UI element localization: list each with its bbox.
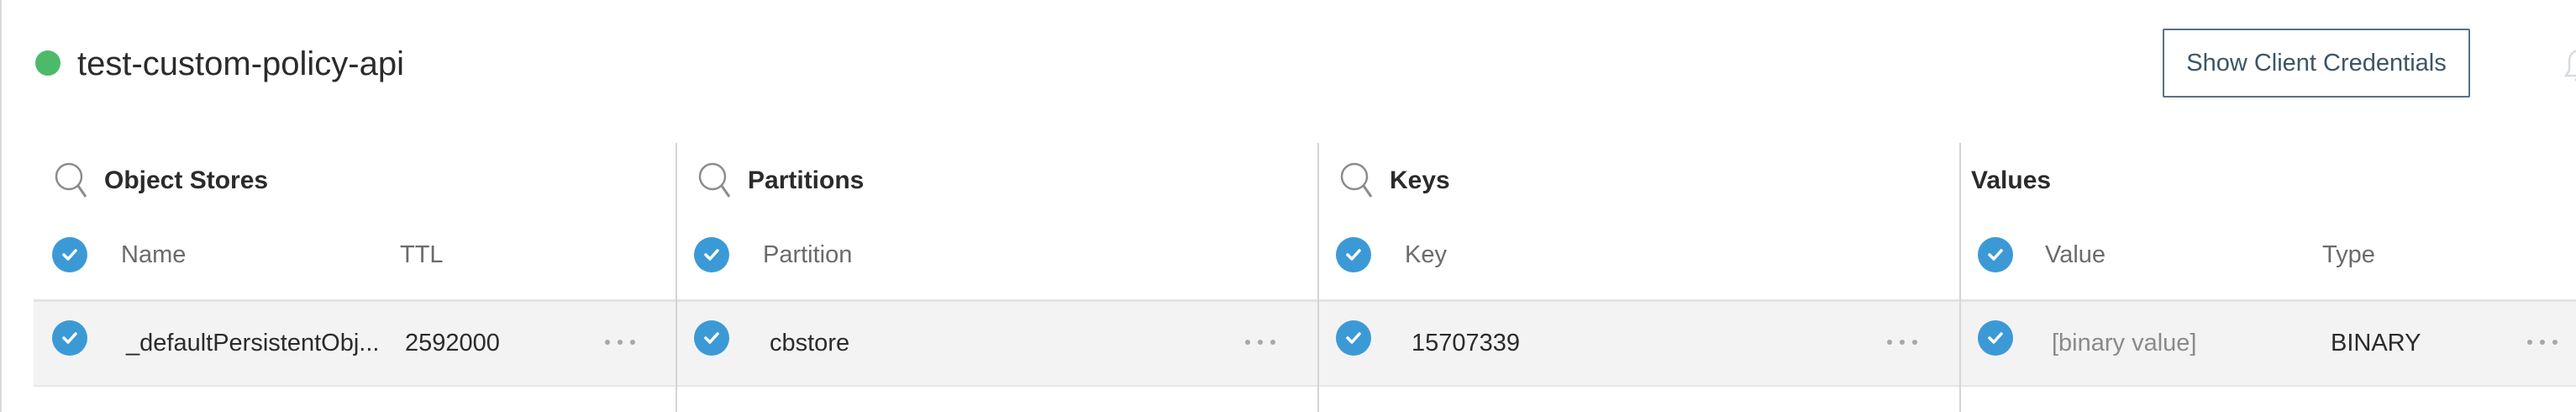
bell-icon[interactable]: [2563, 45, 2576, 86]
column-header-row: Key: [1319, 237, 1959, 276]
table-row[interactable]: 15707339: [1319, 299, 1959, 387]
column-header-ttl[interactable]: TTL: [400, 237, 444, 272]
check-icon: [1988, 249, 2003, 261]
cell-key: 15707339: [1412, 330, 1521, 357]
partitions-header: Partitions: [677, 160, 864, 202]
row-checkbox[interactable]: [52, 320, 87, 356]
panel-title: Values: [1971, 166, 2052, 194]
object-stores-panel: Object Stores Name TTL _defaultPersisten…: [34, 143, 676, 412]
object-stores-header: Object Stores: [34, 160, 268, 202]
column-header-row: Value Type: [1961, 237, 2576, 276]
partitions-panel: Partitions Partition cbstore: [677, 143, 1317, 412]
row-checkbox[interactable]: [694, 320, 729, 356]
table-row[interactable]: cbstore: [677, 299, 1317, 387]
check-icon: [62, 332, 77, 344]
more-horizontal-icon[interactable]: [2527, 327, 2558, 357]
cell-value: [binary value]: [2052, 330, 2197, 357]
page-header: test-custom-policy-api Show Client Crede…: [0, 0, 2576, 135]
table-row[interactable]: [binary value] BINARY: [1961, 299, 2576, 387]
row-checkbox[interactable]: [1336, 320, 1371, 356]
check-icon: [704, 332, 719, 344]
select-all-checkbox[interactable]: [1978, 237, 2013, 272]
select-all-checkbox[interactable]: [52, 237, 87, 272]
select-all-checkbox[interactable]: [1336, 237, 1371, 272]
search-icon[interactable]: [52, 160, 89, 202]
column-header-key[interactable]: Key: [1405, 237, 1447, 272]
column-header-row: Name TTL: [34, 237, 676, 276]
cell-type: BINARY: [2331, 330, 2421, 357]
check-icon: [704, 249, 719, 261]
search-icon[interactable]: [696, 160, 733, 202]
column-header-row: Partition: [677, 237, 1317, 276]
cell-name: _defaultPersistentObj...: [126, 330, 380, 357]
status-indicator: [35, 50, 60, 76]
table-row[interactable]: _defaultPersistentObj... 2592000: [34, 299, 676, 387]
keys-panel: Keys Key 15707339: [1319, 143, 1959, 412]
show-client-credentials-button[interactable]: Show Client Credentials: [2163, 29, 2470, 98]
column-header-partition[interactable]: Partition: [763, 237, 852, 272]
cell-ttl: 2592000: [405, 330, 500, 357]
panel-title: Partitions: [748, 166, 865, 194]
select-all-checkbox[interactable]: [694, 237, 729, 272]
values-panel: Values Value Type [binary value] BINARY: [1961, 143, 2576, 412]
check-icon: [62, 249, 77, 261]
check-icon: [1988, 332, 2003, 344]
panel-title: Object Stores: [104, 166, 269, 194]
more-horizontal-icon[interactable]: [1245, 327, 1275, 357]
more-horizontal-icon[interactable]: [1887, 327, 1917, 357]
more-horizontal-icon[interactable]: [605, 327, 635, 357]
search-icon[interactable]: [1338, 160, 1375, 202]
row-checkbox[interactable]: [1978, 320, 2013, 356]
check-icon: [1346, 332, 1361, 344]
values-header: Values: [1961, 160, 2051, 202]
column-header-value[interactable]: Value: [2045, 237, 2105, 272]
cell-partition: cbstore: [770, 330, 850, 357]
api-name: test-custom-policy-api: [77, 45, 405, 82]
column-header-type[interactable]: Type: [2322, 237, 2375, 272]
check-icon: [1346, 249, 1361, 261]
keys-header: Keys: [1319, 160, 1450, 202]
panel-title: Keys: [1390, 166, 1450, 194]
column-header-name[interactable]: Name: [121, 237, 186, 272]
